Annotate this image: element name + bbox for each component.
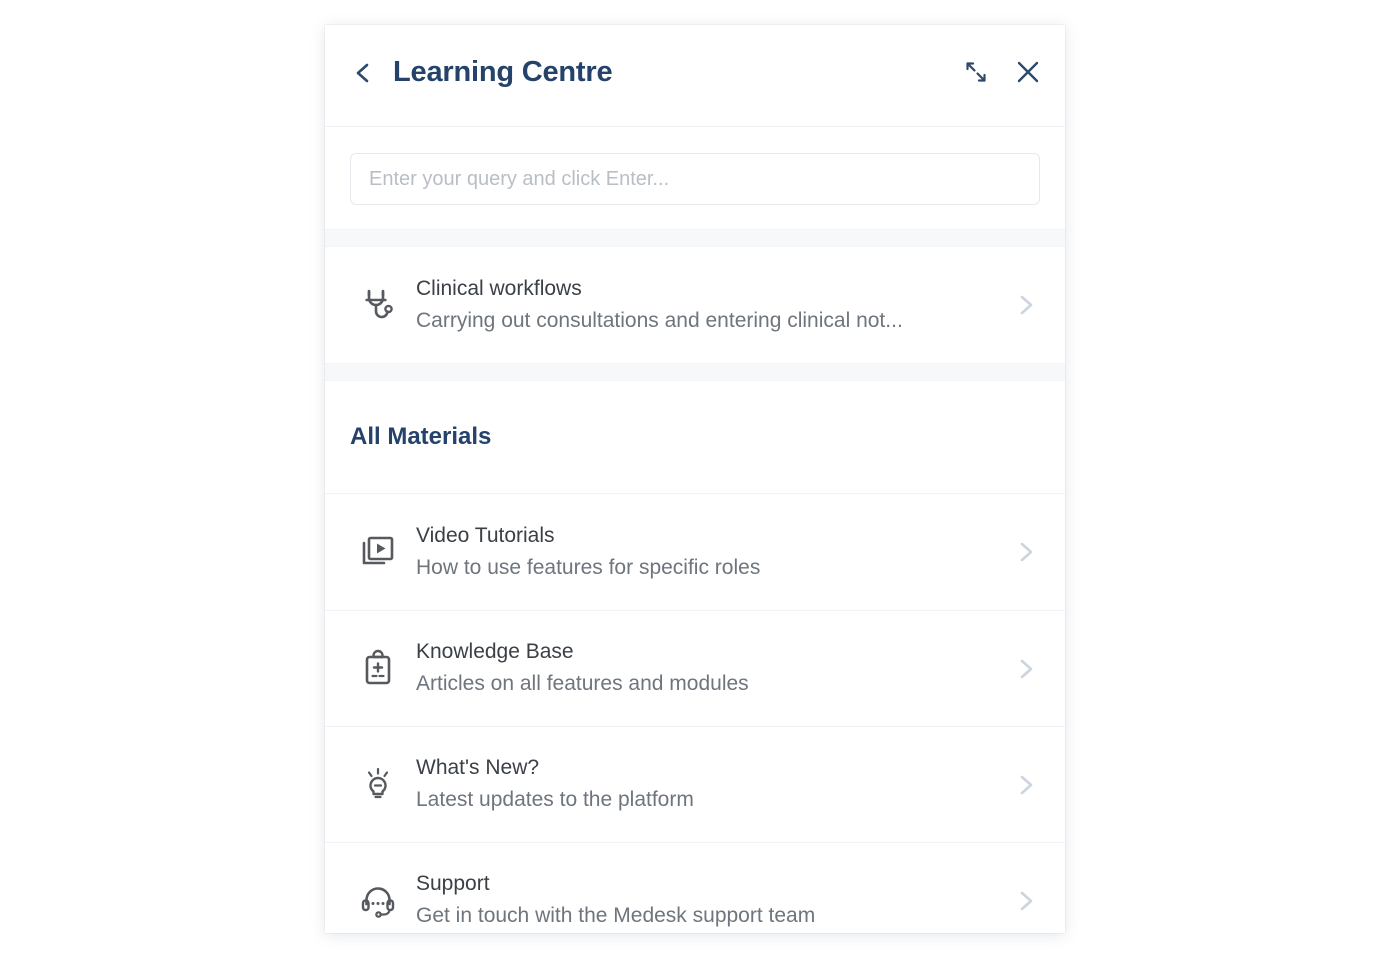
chevron-right-icon[interactable] [1012,539,1040,565]
headset-support-icon [350,881,406,921]
list-item-title: Video Tutorials [416,523,555,547]
list-item-text: What's New? Latest updates to the platfo… [406,754,1012,815]
list-item-title: Support [416,872,490,896]
video-tutorials-icon [350,532,406,572]
chevron-right-icon[interactable] [1012,292,1040,318]
section-title: All Materials [350,423,492,450]
chevron-right-icon[interactable] [1012,888,1040,914]
search-area [325,127,1065,229]
panel-header: Learning Centre [325,25,1065,127]
separator-band-top [325,229,1065,247]
list-item-support[interactable]: Support Get in touch with the Medesk sup… [325,842,1065,933]
list-item-whats-new[interactable]: What's New? Latest updates to the platfo… [325,726,1065,842]
list-item-subtitle: Carrying out consultations and entering … [416,308,903,332]
separator-band-bottom [325,363,1065,381]
back-button[interactable] [348,58,378,88]
list-item-title: What's New? [416,756,540,780]
list-item-text: Support Get in touch with the Medesk sup… [406,870,1012,931]
list-item-text: Video Tutorials How to use features for … [406,522,1012,583]
learning-centre-panel: Learning Centre Enter your query and cli… [325,25,1065,933]
chevron-right-icon[interactable] [1012,656,1040,682]
search-input[interactable] [350,153,1040,205]
list-item-subtitle: Latest updates to the platform [416,788,694,812]
lightbulb-icon [350,765,406,805]
list-item-video-tutorials[interactable]: Video Tutorials How to use features for … [325,494,1065,610]
stethoscope-icon [350,285,406,325]
expand-diagonal-icon[interactable] [961,57,991,87]
list-item-title: Clinical workflows [416,276,582,300]
close-icon[interactable] [1013,57,1043,87]
list-item-clinical-workflows[interactable]: Clinical workflows Carrying out consulta… [325,247,1065,363]
list-item-text: Clinical workflows Carrying out consulta… [406,275,1012,336]
page-title: Learning Centre [393,56,613,88]
chevron-right-icon[interactable] [1012,772,1040,798]
list-item-text: Knowledge Base Articles on all features … [406,638,1012,699]
screen: Learning Centre Enter your query and cli… [0,0,1390,960]
header-actions [961,57,1043,87]
list-item-subtitle: How to use features for specific roles [416,555,761,579]
list-item-subtitle: Articles on all features and modules [416,672,749,696]
list-item-knowledge-base[interactable]: Knowledge Base Articles on all features … [325,610,1065,726]
clipboard-medical-icon [350,649,406,689]
section-header-all-materials: All Materials [325,381,1065,493]
list-item-subtitle: Get in touch with the Medesk support tea… [416,904,816,928]
list-item-title: Knowledge Base [416,640,574,664]
